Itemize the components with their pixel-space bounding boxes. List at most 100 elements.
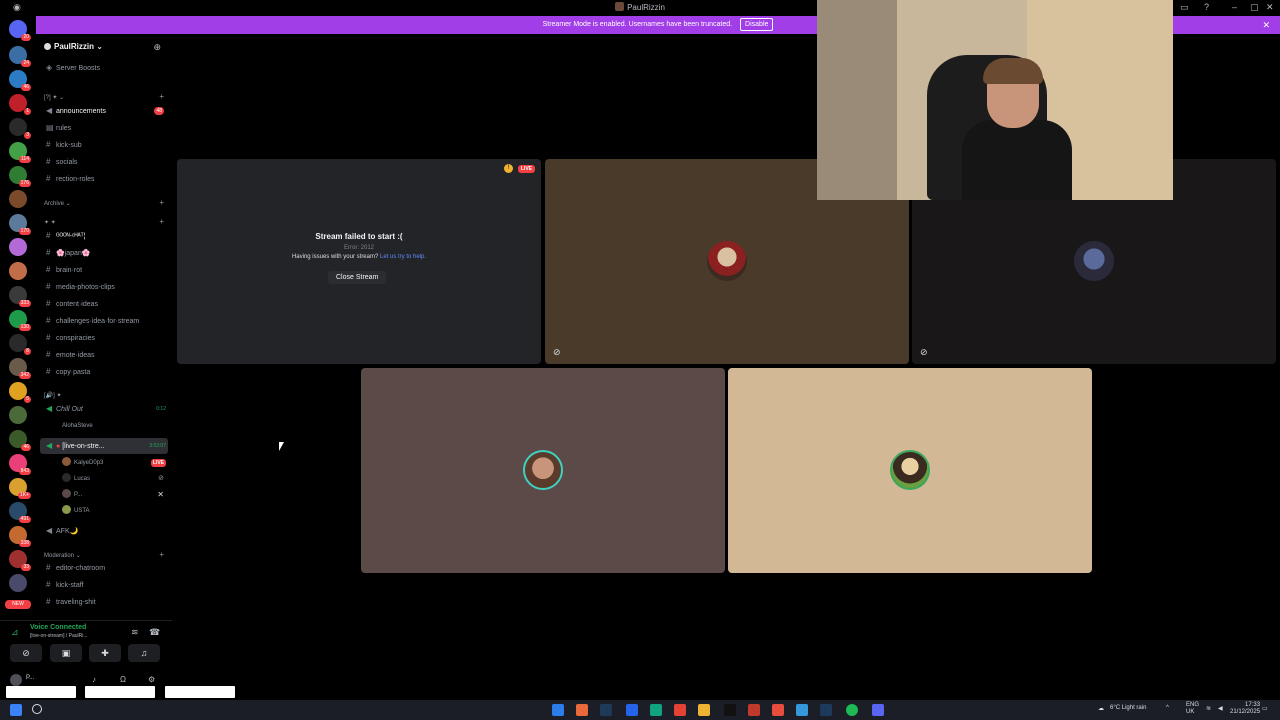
maximize-icon[interactable]: ▢ xyxy=(1250,2,1259,13)
channel-goon-chat[interactable]: # ᴳᴼᴼᴺ-ᶜᴴᴬᵀ¦ xyxy=(46,229,168,243)
participant-tile[interactable] xyxy=(361,368,725,573)
channel-copy-pasta[interactable]: # copy·pasta xyxy=(46,365,168,379)
voice-channel-afk[interactable]: ◀ AFK🌙 xyxy=(46,524,168,538)
channel-japan[interactable]: # 🌸japan🌸 xyxy=(46,246,168,260)
channel-content-ideas[interactable]: # content·ideas xyxy=(46,297,168,311)
tray-chevron-icon[interactable]: ^ xyxy=(1166,705,1169,711)
channel-traveling[interactable]: # traveling-shit xyxy=(46,595,168,609)
channel-rules[interactable]: ▤ rules xyxy=(46,121,168,135)
direct-messages-icon[interactable]: 20 xyxy=(9,20,31,41)
steam-icon[interactable] xyxy=(820,704,832,716)
app-icon[interactable] xyxy=(626,704,638,716)
voice-user[interactable]: AlohaSteve xyxy=(62,419,166,433)
add-channel-icon[interactable]: + xyxy=(159,92,164,101)
noise-suppression-icon[interactable]: ≋ xyxy=(131,627,139,638)
file-explorer-icon[interactable] xyxy=(698,704,710,716)
category-header[interactable]: [?] ✦ ⌄ xyxy=(44,94,64,101)
close-stream-button[interactable]: Close Stream xyxy=(328,271,387,284)
channel-conspiracies[interactable]: # conspiracies xyxy=(46,331,168,345)
category-header[interactable]: ✦ ✦ xyxy=(44,219,56,226)
server-icon[interactable]: 24 xyxy=(9,46,31,67)
minimize-icon[interactable]: – xyxy=(1232,2,1237,12)
server-icon[interactable]: 5 xyxy=(9,382,31,403)
avatar[interactable] xyxy=(10,674,22,686)
server-icon[interactable]: 8 xyxy=(9,334,31,355)
channel-rection-roles[interactable]: # rection-roles xyxy=(46,172,168,186)
add-channel-icon[interactable]: + xyxy=(159,550,164,559)
server-icon[interactable]: 843 xyxy=(9,454,31,475)
window-thumbnail[interactable] xyxy=(6,686,76,698)
server-icon[interactable]: 338 xyxy=(9,526,31,547)
server-icon[interactable]: 3 xyxy=(9,118,31,139)
channel-editor-chatroom[interactable]: # editor-chatroom xyxy=(46,561,168,575)
search-icon[interactable] xyxy=(32,704,42,714)
weather-text[interactable]: 6°C Light rain xyxy=(1110,705,1146,711)
voice-channel-chill-out[interactable]: ◀ Chill Out xyxy=(46,402,168,416)
username[interactable]: P... xyxy=(26,675,34,681)
server-icon[interactable] xyxy=(9,406,27,424)
channel-socials[interactable]: # socials xyxy=(46,155,168,169)
voice-channel-link[interactable]: [live-on-stream] / PaulRi... xyxy=(30,633,88,639)
server-icon[interactable]: 342 xyxy=(9,358,31,379)
participant-tile[interactable] xyxy=(728,368,1092,573)
voice-user[interactable]: Lucas ⊘ xyxy=(62,472,166,486)
start-icon[interactable] xyxy=(10,704,22,716)
clock[interactable]: 17:33 21/12/2025 xyxy=(1230,702,1260,716)
help-link[interactable]: Let us try to help. xyxy=(380,254,426,260)
server-icon[interactable]: 130 xyxy=(9,310,31,331)
chrome-icon[interactable] xyxy=(674,704,686,716)
server-icon[interactable] xyxy=(9,238,27,256)
voice-status[interactable]: Voice Connected xyxy=(30,624,86,631)
window-thumbnail[interactable] xyxy=(165,686,235,698)
server-icon[interactable]: 46 xyxy=(9,430,31,451)
app-icon[interactable] xyxy=(650,704,662,716)
edge-icon[interactable] xyxy=(552,704,564,716)
screen-share-button[interactable]: ▣ xyxy=(50,644,82,662)
channel-media[interactable]: # media-photos-clips xyxy=(46,280,168,294)
channel-kick-staff[interactable]: # kick-staff xyxy=(46,578,168,592)
server-icon[interactable]: 491 xyxy=(9,502,31,523)
notifications-icon[interactable]: ▭ xyxy=(1262,705,1268,712)
settings-gear-icon[interactable]: ⚙ xyxy=(148,675,155,684)
server-boosts[interactable]: ◈ Server Boosts xyxy=(46,61,168,75)
server-icon[interactable]: 1K+ xyxy=(9,478,31,499)
app-icon[interactable] xyxy=(796,704,808,716)
spotify-icon[interactable] xyxy=(846,704,858,716)
activities-button[interactable]: ✚ xyxy=(89,644,121,662)
server-icon[interactable] xyxy=(9,190,27,208)
close-window-icon[interactable]: ✕ xyxy=(1266,2,1274,13)
app-icon[interactable] xyxy=(576,704,588,716)
stream-tile-failed[interactable]: ! LIVE Stream failed to start :( Error: … xyxy=(177,159,541,364)
invite-icon[interactable]: ⊕ xyxy=(153,42,161,53)
window-thumbnail[interactable] xyxy=(85,686,155,698)
disconnect-call-icon[interactable]: ☎ xyxy=(149,627,160,638)
help-icon[interactable]: ? xyxy=(1204,2,1209,12)
server-icon[interactable]: 1 xyxy=(9,94,31,115)
headphones-icon[interactable]: Ω xyxy=(120,675,126,684)
volume-icon[interactable]: ◀ xyxy=(1218,705,1223,712)
inbox-icon[interactable]: ▭ xyxy=(1180,2,1189,13)
category-archive[interactable]: Archive ⌄ xyxy=(44,200,71,207)
category-moderation[interactable]: Moderation ⌄ xyxy=(44,552,81,559)
microphone-icon[interactable]: ♪ xyxy=(92,675,96,684)
server-icon[interactable]: 114 xyxy=(9,142,31,163)
server-icon[interactable]: 170 xyxy=(9,214,31,235)
add-channel-icon[interactable]: + xyxy=(159,217,164,226)
disconnect-icon[interactable]: ✕ xyxy=(157,488,164,502)
server-icon[interactable]: 176 xyxy=(9,166,31,187)
channel-kick-sub[interactable]: # kick-sub xyxy=(46,138,168,152)
channel-announcements[interactable]: ◀ announcements 48 xyxy=(46,104,168,118)
camera-off-button[interactable]: ⊘ xyxy=(10,644,42,662)
server-icon[interactable] xyxy=(9,574,27,592)
server-icon[interactable]: 46 xyxy=(9,70,31,91)
voice-user[interactable]: KalyeD0p3 LIVE xyxy=(62,456,166,470)
server-icon[interactable]: 333 xyxy=(9,286,31,307)
category-voice[interactable]: [🔊] ✦ xyxy=(44,392,62,399)
discord-icon[interactable] xyxy=(872,704,884,716)
app-icon[interactable] xyxy=(772,704,784,716)
close-banner-icon[interactable]: ✕ xyxy=(1262,16,1270,34)
guild-header[interactable]: PaulRizzin ⌄ xyxy=(44,42,103,51)
voice-user[interactable]: USTA xyxy=(62,504,166,518)
steam-icon[interactable] xyxy=(600,704,612,716)
server-icon[interactable]: 33 xyxy=(9,550,31,571)
